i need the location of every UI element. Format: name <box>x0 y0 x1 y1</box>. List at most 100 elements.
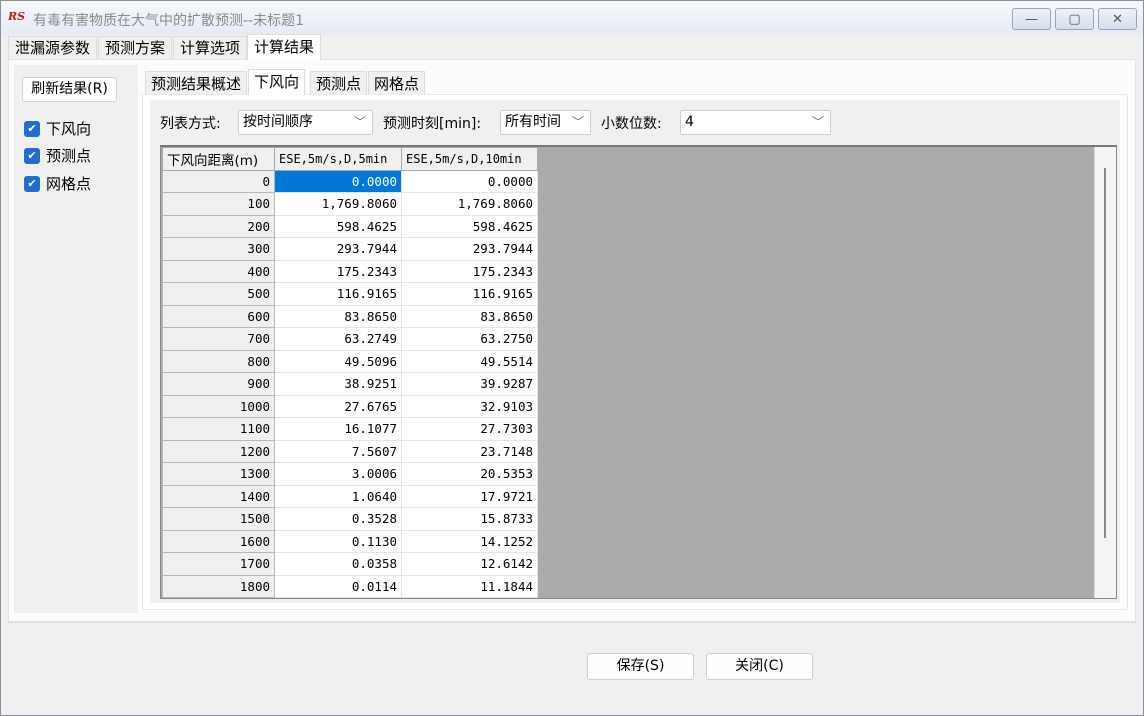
value-cell[interactable]: 49.5514 <box>401 349 538 373</box>
value-cell[interactable]: 7.5607 <box>274 439 402 463</box>
row-header-cell[interactable]: 0 <box>162 169 275 193</box>
row-header-cell[interactable]: 200 <box>162 214 275 238</box>
column-header-10min[interactable]: ESE,5m/s,D,10min <box>401 147 538 171</box>
row-header-cell[interactable]: 400 <box>162 259 275 283</box>
tab-summary[interactable]: 预测结果概述 <box>145 71 248 95</box>
row-header-cell[interactable]: 1800 <box>162 574 275 598</box>
value-cell[interactable]: 598.4625 <box>274 214 402 238</box>
value-cell[interactable]: 63.2750 <box>401 327 538 351</box>
table-row[interactable]: 1200 7.5607 23.7148 <box>162 439 538 463</box>
value-cell[interactable]: 0.3528 <box>274 507 402 531</box>
table-row[interactable]: 100 1,769.8060 1,769.8060 <box>162 192 538 216</box>
tab-grid-points[interactable]: 网格点 <box>368 71 426 95</box>
row-header-cell[interactable]: 1100 <box>162 417 275 441</box>
row-header-cell[interactable]: 500 <box>162 282 275 306</box>
table-row[interactable]: 1700 0.0358 12.6142 <box>162 552 538 576</box>
row-header-cell[interactable]: 900 <box>162 372 275 396</box>
value-cell[interactable]: 598.4625 <box>401 214 538 238</box>
value-cell[interactable]: 14.1252 <box>401 529 538 553</box>
value-cell[interactable]: 175.2343 <box>401 259 538 283</box>
value-cell[interactable]: 116.9165 <box>401 282 538 306</box>
table-row[interactable]: 200 598.4625 598.4625 <box>162 214 538 238</box>
table-row[interactable]: 1800 0.0114 11.1844 <box>162 574 538 598</box>
row-header-cell[interactable]: 1300 <box>162 462 275 486</box>
close-button[interactable]: 关闭(C) <box>706 653 813 680</box>
list-mode-select[interactable]: 按时间顺序 ﹀ <box>238 110 373 135</box>
row-header-cell[interactable]: 1000 <box>162 394 275 418</box>
value-cell[interactable]: 83.8650 <box>274 304 402 328</box>
table-row[interactable]: 500 116.9165 116.9165 <box>162 282 538 306</box>
value-cell[interactable]: 0.0000 <box>401 169 538 193</box>
tab-calc-options[interactable]: 计算选项 <box>173 36 248 59</box>
table-row[interactable]: 300 293.7944 293.7944 <box>162 237 538 261</box>
save-button[interactable]: 保存(S) <box>587 653 694 680</box>
value-cell[interactable]: 1.0640 <box>274 484 402 508</box>
refresh-results-button[interactable]: 刷新结果(R) <box>22 77 117 102</box>
column-header-5min[interactable]: ESE,5m/s,D,5min <box>274 147 402 171</box>
tab-leak-source[interactable]: 泄漏源参数 <box>8 36 98 59</box>
value-cell[interactable]: 27.6765 <box>274 394 402 418</box>
table-row[interactable]: 600 83.8650 83.8650 <box>162 304 538 328</box>
value-cell[interactable]: 0.0000 <box>274 169 402 193</box>
value-cell[interactable]: 11.1844 <box>401 574 538 598</box>
row-header-cell[interactable]: 1200 <box>162 439 275 463</box>
value-cell[interactable]: 0.0114 <box>274 574 402 598</box>
row-header-cell[interactable]: 800 <box>162 349 275 373</box>
value-cell[interactable]: 63.2749 <box>274 327 402 351</box>
value-cell[interactable]: 293.7944 <box>274 237 402 261</box>
value-cell[interactable]: 17.9721 <box>401 484 538 508</box>
row-header-cell[interactable]: 1700 <box>162 552 275 576</box>
checkbox-prediction-points[interactable]: ✔ 预测点 <box>24 145 91 166</box>
value-cell[interactable]: 32.9103 <box>401 394 538 418</box>
tab-calc-results[interactable]: 计算结果 <box>247 34 322 60</box>
table-row[interactable]: 800 49.5096 49.5514 <box>162 349 538 373</box>
table-row[interactable]: 1000 27.6765 32.9103 <box>162 394 538 418</box>
value-cell[interactable]: 293.7944 <box>401 237 538 261</box>
row-header-cell[interactable]: 1600 <box>162 529 275 553</box>
value-cell[interactable]: 38.9251 <box>274 372 402 396</box>
decimal-select[interactable]: 4 ﹀ <box>680 110 831 135</box>
value-cell[interactable]: 27.7303 <box>401 417 538 441</box>
scrollbar-thumb[interactable] <box>1104 168 1106 538</box>
value-cell[interactable]: 1,769.8060 <box>401 192 538 216</box>
tab-prediction-plan[interactable]: 预测方案 <box>98 36 173 59</box>
value-cell[interactable]: 83.8650 <box>401 304 538 328</box>
table-row[interactable]: 1300 3.0006 20.5353 <box>162 462 538 486</box>
value-cell[interactable]: 175.2343 <box>274 259 402 283</box>
value-cell[interactable]: 20.5353 <box>401 462 538 486</box>
close-window-button[interactable]: ✕ <box>1098 8 1137 30</box>
table-row[interactable]: 0 0.0000 0.0000 <box>162 169 538 193</box>
value-cell[interactable]: 15.8733 <box>401 507 538 531</box>
value-cell[interactable]: 116.9165 <box>274 282 402 306</box>
value-cell[interactable]: 3.0006 <box>274 462 402 486</box>
table-row[interactable]: 400 175.2343 175.2343 <box>162 259 538 283</box>
value-cell[interactable]: 49.5096 <box>274 349 402 373</box>
table-row[interactable]: 900 38.9251 39.9287 <box>162 372 538 396</box>
value-cell[interactable]: 23.7148 <box>401 439 538 463</box>
table-row[interactable]: 1600 0.1130 14.1252 <box>162 529 538 553</box>
value-cell[interactable]: 1,769.8060 <box>274 192 402 216</box>
row-header-cell[interactable]: 300 <box>162 237 275 261</box>
column-header-distance[interactable]: 下风向距离(m) <box>162 147 275 171</box>
tab-prediction-points[interactable]: 预测点 <box>310 71 368 95</box>
value-cell[interactable]: 16.1077 <box>274 417 402 441</box>
table-row[interactable]: 700 63.2749 63.2750 <box>162 327 538 351</box>
table-row[interactable]: 1400 1.0640 17.9721 <box>162 484 538 508</box>
minimize-button[interactable]: — <box>1012 8 1051 30</box>
maximize-button[interactable]: ▢ <box>1055 8 1094 30</box>
table-row[interactable]: 1100 16.1077 27.7303 <box>162 417 538 441</box>
row-header-cell[interactable]: 1400 <box>162 484 275 508</box>
table-row[interactable]: 1500 0.3528 15.8733 <box>162 507 538 531</box>
tab-downwind[interactable]: 下风向 <box>248 69 306 95</box>
row-header-cell[interactable]: 100 <box>162 192 275 216</box>
value-cell[interactable]: 39.9287 <box>401 372 538 396</box>
checkbox-downwind[interactable]: ✔ 下风向 <box>24 118 91 139</box>
time-select[interactable]: 所有时间 ﹀ <box>500 110 591 135</box>
checkbox-grid-points[interactable]: ✔ 网格点 <box>24 173 91 194</box>
row-header-cell[interactable]: 600 <box>162 304 275 328</box>
row-header-cell[interactable]: 1500 <box>162 507 275 531</box>
value-cell[interactable]: 12.6142 <box>401 552 538 576</box>
row-header-cell[interactable]: 700 <box>162 327 275 351</box>
value-cell[interactable]: 0.1130 <box>274 529 402 553</box>
value-cell[interactable]: 0.0358 <box>274 552 402 576</box>
